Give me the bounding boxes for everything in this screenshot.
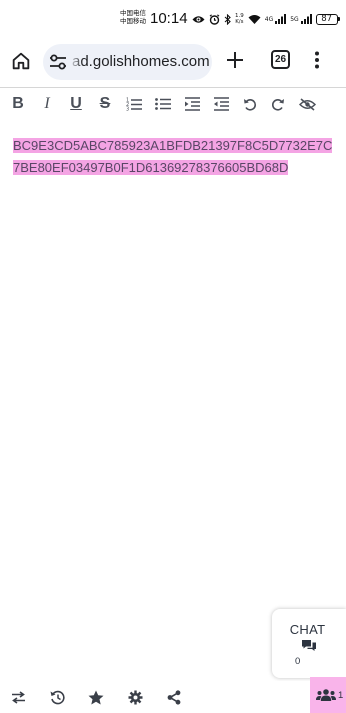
history-button[interactable] — [46, 686, 68, 708]
redo-icon — [271, 99, 284, 111]
highlighted-text-line-1[interactable]: BC9E3CD5ABC785923A1BFDB21397F8C5D7732E7C — [13, 138, 333, 153]
redo-button[interactable] — [267, 93, 289, 115]
star-icon — [88, 690, 104, 704]
browser-toolbar: ad.golishhomes.com 26 — [0, 42, 346, 82]
ordered-list-icon: 123 — [126, 98, 142, 112]
share-icon — [167, 689, 181, 705]
strikethrough-button[interactable]: S — [94, 93, 116, 115]
network-type-1: 4G — [264, 15, 274, 23]
italic-icon: I — [44, 95, 50, 112]
alarm-icon — [209, 13, 220, 25]
address-bar[interactable]: ad.golishhomes.com — [43, 44, 212, 80]
outdent-icon — [213, 97, 229, 111]
signal-icon-1 — [275, 14, 287, 24]
document-content[interactable]: BC9E3CD5ABC785923A1BFDB21397F8C5D7732E7C… — [13, 135, 333, 179]
ordered-list-button[interactable]: 123 — [123, 93, 145, 115]
chat-label: CHAT — [289, 622, 326, 637]
highlighted-text-line-2[interactable]: 7BE80EF03497B0F1D61369278376605BD68D — [13, 160, 289, 175]
strikethrough-icon: S — [99, 95, 111, 112]
users-count: 1 — [338, 690, 344, 701]
menu-icon[interactable] — [314, 51, 320, 69]
svg-text:3: 3 — [126, 107, 129, 112]
bullet-list-button[interactable] — [152, 93, 174, 115]
network-type-2: 5G — [290, 15, 299, 23]
status-bar: 中国电信 中国移动 10:14 1.9 K/s 4G 5G 87 — [0, 0, 346, 36]
carrier-info: 中国电信 中国移动 — [120, 9, 146, 25]
carrier-1: 中国电信 — [120, 9, 146, 17]
users-icon — [316, 689, 336, 701]
format-toolbar: B I U S 123 — [0, 93, 346, 115]
new-tab-icon[interactable] — [226, 51, 244, 69]
url-fade — [69, 44, 83, 80]
history-icon — [50, 690, 65, 704]
swap-button[interactable] — [7, 686, 29, 708]
clock: 10:14 — [150, 10, 188, 27]
chat-count: 0 — [295, 656, 301, 667]
undo-button[interactable] — [239, 93, 261, 115]
url-text: ad.golishhomes.com — [72, 53, 210, 70]
comments-icon — [302, 640, 316, 651]
undo-icon — [244, 99, 257, 111]
home-icon[interactable] — [10, 50, 32, 72]
bluetooth-icon — [224, 13, 231, 25]
favorite-button[interactable] — [85, 686, 107, 708]
site-settings-icon[interactable] — [49, 54, 67, 70]
indent-button[interactable] — [181, 93, 203, 115]
swap-icon — [11, 690, 25, 704]
status-icons: 1.9 K/s 4G 5G 87 — [192, 12, 341, 26]
underline-button[interactable]: U — [65, 93, 87, 115]
speed-unit: K/s — [235, 19, 244, 25]
signal-icon-2 — [300, 14, 312, 24]
bullet-list-icon — [155, 98, 171, 110]
outdent-button[interactable] — [210, 93, 232, 115]
eye-icon — [192, 15, 205, 23]
toolbar-divider — [0, 87, 346, 88]
underline-icon: U — [70, 95, 82, 112]
network-speed: 1.9 K/s — [235, 13, 244, 25]
bold-button[interactable]: B — [7, 93, 29, 115]
wifi-icon — [248, 15, 261, 24]
gear-icon — [128, 690, 142, 704]
chat-widget[interactable]: CHAT 0 — [272, 609, 346, 678]
battery-indicator: 87 — [315, 13, 341, 25]
indent-icon — [184, 97, 200, 111]
users-online-button[interactable]: 1 — [310, 677, 346, 713]
bottom-bar — [0, 681, 346, 713]
bold-icon: B — [12, 95, 24, 112]
tab-switcher-button[interactable]: 26 — [271, 50, 290, 69]
eye-slash-icon — [298, 97, 316, 111]
settings-button[interactable] — [124, 686, 146, 708]
carrier-2: 中国移动 — [120, 17, 146, 25]
hide-formatting-button[interactable] — [296, 93, 318, 115]
italic-button[interactable]: I — [36, 93, 58, 115]
share-button[interactable] — [163, 686, 185, 708]
